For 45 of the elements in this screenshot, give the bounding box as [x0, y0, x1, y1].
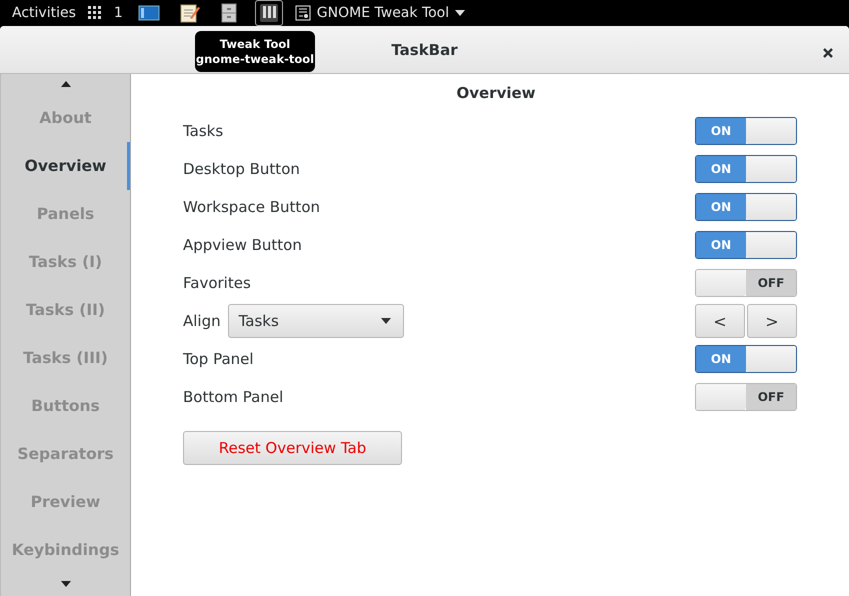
window-title: TaskBar — [391, 40, 458, 58]
setting-label: Favorites — [183, 274, 251, 292]
tooltip-subtitle: gnome-tweak-tool — [196, 52, 314, 66]
tooltip-title: Tweak Tool — [220, 36, 290, 52]
scroll-down-icon[interactable] — [60, 581, 70, 587]
close-icon[interactable] — [823, 48, 833, 58]
sidebar-item[interactable]: Overview — [1, 142, 130, 190]
next-button[interactable]: > — [747, 304, 797, 338]
app-grid-icon[interactable] — [88, 6, 102, 20]
sidebar-item[interactable]: Separators — [1, 430, 130, 478]
caret-icon[interactable] — [455, 10, 466, 16]
activities-button[interactable]: Activities — [12, 5, 76, 21]
monitor-icon[interactable] — [138, 4, 160, 22]
sidebar-item[interactable]: Buttons — [1, 382, 130, 430]
setting-label: Bottom Panel — [183, 388, 284, 406]
sidebar-item[interactable]: Keybindings — [1, 526, 130, 574]
setting-label: Desktop Button — [183, 160, 300, 178]
cabinet-icon[interactable] — [218, 2, 239, 24]
dropdown[interactable]: Tasks — [228, 304, 404, 338]
toggle-switch[interactable]: ON — [695, 193, 797, 221]
sidebar-item[interactable]: Panels — [1, 190, 130, 238]
sidebar-item[interactable]: Tasks (I) — [1, 238, 130, 286]
setting-label: Align — [183, 312, 221, 330]
workspace-number[interactable]: 1 — [114, 5, 123, 21]
toggle-switch[interactable]: ON — [695, 231, 797, 259]
setting-label: Tasks — [183, 122, 224, 140]
sidebar-item[interactable]: Preview — [1, 478, 130, 526]
sidebar-item[interactable]: About — [1, 94, 130, 142]
scroll-up-icon[interactable] — [60, 81, 70, 87]
setting-label: Workspace Button — [183, 198, 320, 216]
notepad-icon[interactable] — [178, 2, 200, 24]
previous-button[interactable]: < — [695, 304, 745, 338]
section-heading: Overview — [456, 84, 536, 102]
caret-icon — [380, 318, 391, 324]
sidebar-item[interactable]: Tasks (III) — [1, 334, 130, 382]
toggle-switch[interactable]: OFF — [695, 383, 797, 411]
reset-button[interactable]: Reset Overview Tab — [183, 431, 402, 465]
app-menu[interactable]: GNOME Tweak Tool — [316, 5, 450, 21]
toggle-switch[interactable]: OFF — [695, 269, 797, 297]
toggle-switch[interactable]: ON — [695, 345, 797, 373]
setting-label: Appview Button — [183, 236, 302, 254]
toggle-switch[interactable]: ON — [695, 117, 797, 145]
setting-label: Top Panel — [183, 350, 254, 368]
sidebar-item[interactable]: Tasks (II) — [1, 286, 130, 334]
toggle-switch[interactable]: ON — [695, 155, 797, 183]
